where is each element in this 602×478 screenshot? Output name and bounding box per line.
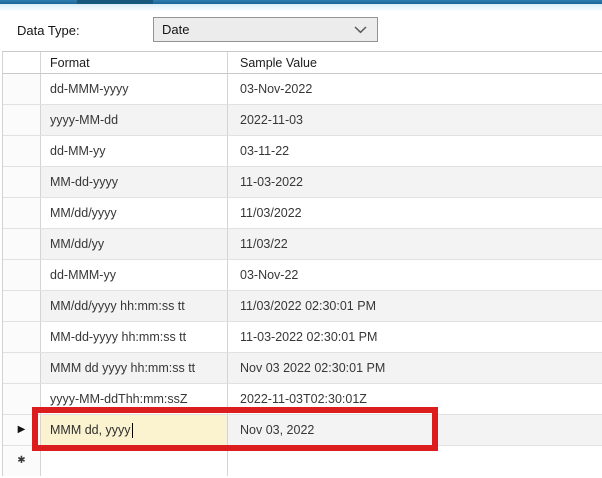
sample-value-cell[interactable]: 03-11-22 [228,136,602,166]
format-cell-text: dd-MMM-yyyy [50,82,129,96]
row-header-cell[interactable] [3,322,41,352]
format-cell[interactable]: MM/dd/yyyy [41,198,228,228]
sample-value-cell[interactable]: 2022-11-03 [228,105,602,135]
sample-value-cell[interactable]: 11/03/2022 02:30:01 PM [228,291,602,321]
format-cell-text: dd-MMM-yy [50,268,116,282]
row-header-cell[interactable] [3,74,41,104]
column-header-format[interactable]: Format [41,52,228,73]
format-cell-text: yyyy-MM-ddThh:mm:ssZ [50,392,188,406]
table-row[interactable]: MMM dd yyyy hh:mm:ss tt Nov 03 2022 02:3… [3,353,602,384]
new-row-icon: ✱ [17,455,26,466]
row-header-cell[interactable] [3,260,41,290]
table-row[interactable]: MM/dd/yy 11/03/22 [3,229,602,260]
sample-value-cell[interactable]: 03-Nov-22 [228,260,602,290]
format-cell-text: MM/dd/yyyy hh:mm:ss tt [50,299,185,313]
format-cell[interactable]: yyyy-MM-dd [41,105,228,135]
format-cell[interactable]: MM/dd/yyyy hh:mm:ss tt [41,291,228,321]
sample-value-cell[interactable]: 03-Nov-2022 [228,74,602,104]
format-cell-text: MM-dd-yyyy [50,175,119,189]
sample-value-cell[interactable]: 11-03-2022 [228,167,602,197]
format-cell[interactable]: dd-MMM-yy [41,260,228,290]
format-cell-text: MM/dd/yy [50,237,105,251]
table-row[interactable]: MM-dd-yyyy 11-03-2022 [3,167,602,198]
format-cell[interactable]: dd-MM-yy [41,136,228,166]
format-cell-text: MM-dd-yyyy hh:mm:ss tt [50,330,187,344]
grid-header-row: Format Sample Value [3,51,602,74]
table-row[interactable]: dd-MM-yy 03-11-22 [3,136,602,167]
format-cell[interactable]: MM-dd-yyyy [41,167,228,197]
column-header-sample-value[interactable]: Sample Value [228,52,602,73]
format-cell-text: MMM dd, yyyy [50,423,131,437]
format-cell-text: MM/dd/yyyy [50,206,117,220]
text-cursor [131,422,133,438]
row-header-cell[interactable] [3,105,41,135]
sample-value-cell[interactable] [228,446,602,476]
row-header-cell[interactable] [3,384,41,414]
table-row[interactable]: dd-MMM-yy 03-Nov-22 [3,260,602,291]
row-header-cell[interactable]: ✱ [3,446,41,476]
sample-value-cell[interactable]: 11-03-2022 02:30:01 PM [228,322,602,352]
format-cell-text: MMM dd yyyy hh:mm:ss tt [50,361,196,375]
row-header-cell[interactable] [3,229,41,259]
sample-value-cell[interactable]: 11/03/2022 [228,198,602,228]
row-header-cell[interactable] [3,136,41,166]
column-header-corner[interactable] [3,52,41,73]
table-row[interactable]: yyyy-MM-dd 2022-11-03 [3,105,602,136]
format-cell[interactable]: MMM dd yyyy hh:mm:ss tt [41,353,228,383]
table-row[interactable]: MM/dd/yyyy 11/03/2022 [3,198,602,229]
new-row[interactable]: ✱ [3,446,602,476]
table-row[interactable]: dd-MMM-yyyy 03-Nov-2022 [3,74,602,105]
format-cell-text: yyyy-MM-dd [50,113,119,127]
table-row[interactable]: yyyy-MM-ddThh:mm:ssZ 2022-11-03T02:30:01… [3,384,602,415]
table-row[interactable]: MM-dd-yyyy hh:mm:ss tt 11-03-2022 02:30:… [3,322,602,353]
window-top-fade [0,4,602,12]
chevron-down-icon [354,25,367,34]
row-header-cell[interactable] [3,353,41,383]
sample-value-cell[interactable]: Nov 03 2022 02:30:01 PM [228,353,602,383]
table-row[interactable]: ▶ MMM dd, yyyy Nov 03, 2022 [3,415,602,446]
data-type-dropdown-value: Date [162,22,190,37]
format-cell[interactable]: dd-MMM-yyyy [41,74,228,104]
row-header-cell[interactable] [3,291,41,321]
grid-body: dd-MMM-yyyy 03-Nov-2022 yyyy-MM-dd 2022-… [3,74,602,446]
format-cell-text: dd-MM-yy [50,144,106,158]
data-type-label: Data Type: [17,23,80,38]
table-row[interactable]: MM/dd/yyyy hh:mm:ss tt 11/03/2022 02:30:… [3,291,602,322]
row-header-cell[interactable] [3,167,41,197]
row-header-cell[interactable]: ▶ [3,415,41,445]
row-header-cell[interactable] [3,198,41,228]
format-grid: Format Sample Value dd-MMM-yyyy 03-Nov-2… [2,51,602,476]
format-cell[interactable]: MM/dd/yy [41,229,228,259]
sample-value-cell[interactable]: 2022-11-03T02:30:01Z [228,384,602,414]
format-cell[interactable]: yyyy-MM-ddThh:mm:ssZ [41,384,228,414]
format-cell[interactable] [41,446,228,476]
sample-value-cell[interactable]: 11/03/22 [228,229,602,259]
format-cell[interactable]: MM-dd-yyyy hh:mm:ss tt [41,322,228,352]
current-row-icon: ▶ [17,424,26,435]
data-type-dropdown[interactable]: Date [153,17,378,42]
format-cell[interactable]: MMM dd, yyyy [41,415,228,445]
sample-value-cell[interactable]: Nov 03, 2022 [228,415,602,445]
